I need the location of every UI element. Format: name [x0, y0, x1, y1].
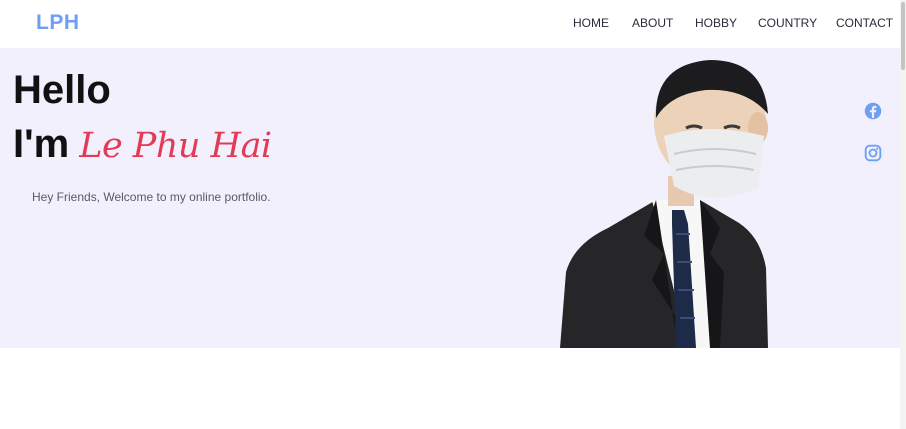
nav-hobby[interactable]: HOBBY	[695, 16, 737, 30]
hero-name: Le Phu Hai	[79, 126, 272, 166]
facebook-icon[interactable]	[862, 100, 884, 122]
nav-home[interactable]: HOME	[573, 16, 609, 30]
nav-country[interactable]: COUNTRY	[758, 16, 817, 30]
hero-section: Hello I'm Le Phu Hai Hey Friends, Welcome…	[0, 48, 900, 348]
hero-intro: I'm	[13, 122, 70, 166]
portrait-photo	[560, 60, 768, 348]
instagram-icon[interactable]	[862, 142, 884, 164]
page-scrollbar[interactable]	[900, 0, 906, 429]
nav-links: HOME ABOUT HOBBY COUNTRY CONTACT	[0, 16, 900, 32]
hero-tagline: Hey Friends, Welcome to my online portfo…	[32, 190, 271, 204]
page: LPH HOME ABOUT HOBBY COUNTRY CONTACT Hel…	[0, 0, 906, 429]
nav-contact[interactable]: CONTACT	[836, 16, 893, 30]
hero-intro-line: I'm Le Phu Hai	[13, 122, 272, 172]
scrollbar-thumb[interactable]	[901, 2, 905, 70]
hero-greeting: Hello	[13, 68, 111, 112]
nav-about[interactable]: ABOUT	[632, 16, 673, 30]
navbar: LPH HOME ABOUT HOBBY COUNTRY CONTACT	[0, 0, 900, 48]
